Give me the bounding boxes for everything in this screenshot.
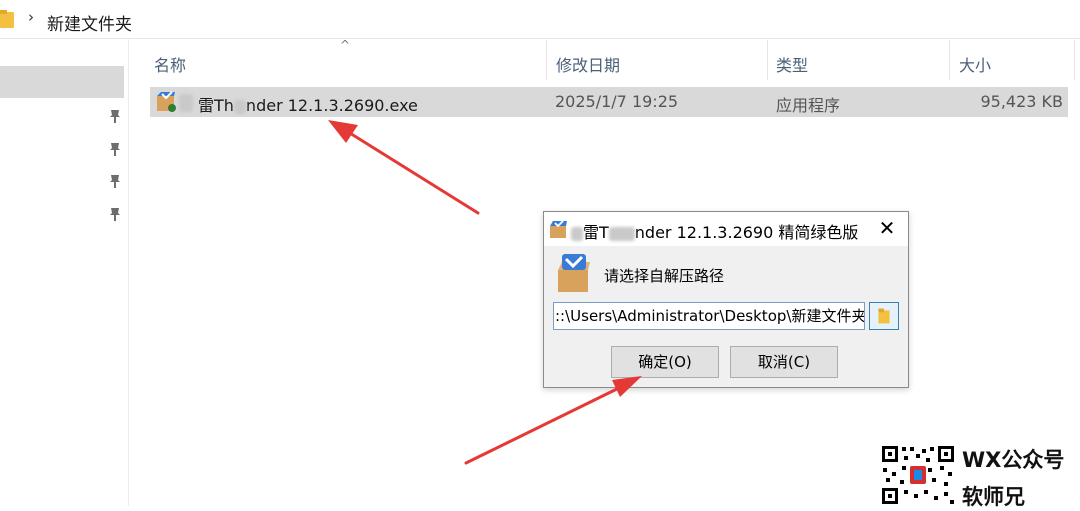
extract-path-input[interactable]: ::\Users\Administrator\Desktop\新建文件夹	[553, 302, 865, 330]
pin-icon[interactable]	[108, 173, 122, 189]
qr-code-icon	[880, 444, 956, 506]
redaction-blur	[608, 226, 635, 241]
column-header-name[interactable]: 名称	[154, 52, 186, 76]
ok-button[interactable]: 确定(O)	[611, 346, 719, 378]
watermark-line-2: 软师兄	[962, 485, 1025, 509]
arrow-to-ok-button	[464, 376, 642, 465]
extract-dialog: 雷T nder 12.1.3.2690 精简绿色版 ✕ 请选择自解压路径 ::\U…	[543, 211, 909, 388]
close-icon[interactable]: ✕	[874, 215, 900, 241]
column-separator[interactable]	[767, 40, 768, 80]
browse-folder-button[interactable]	[869, 302, 899, 330]
file-type: 应用程序	[776, 96, 841, 115]
package-icon	[558, 254, 590, 292]
pin-icon[interactable]	[108, 206, 122, 222]
column-separator[interactable]	[546, 40, 547, 80]
column-separator[interactable]	[949, 40, 950, 80]
dialog-title-part: nder 12.1.3.2690 精简绿色版	[634, 223, 859, 242]
package-icon	[550, 220, 567, 238]
dialog-prompt: 请选择自解压路径	[604, 267, 725, 285]
chevron-right-icon[interactable]: ›	[28, 8, 34, 26]
file-name-part: nder 12.1.3.2690.exe	[245, 96, 418, 115]
breadcrumb-current-folder[interactable]: 新建文件夹	[47, 10, 132, 35]
column-header-type[interactable]: 类型	[776, 52, 808, 76]
exe-icon	[157, 91, 176, 112]
watermark-line-1: WX公众号	[962, 448, 1065, 472]
pin-icon[interactable]	[108, 108, 122, 124]
dialog-title: 雷T nder 12.1.3.2690 精简绿色版	[571, 219, 858, 243]
file-size: 95,423 KB	[980, 92, 1063, 111]
redaction-blur	[233, 99, 246, 114]
file-name-part: 雷Th	[198, 96, 234, 115]
dialog-titlebar[interactable]: 雷T nder 12.1.3.2690 精简绿色版 ✕	[544, 212, 908, 246]
column-separator[interactable]	[1074, 40, 1075, 80]
pin-icon[interactable]	[108, 141, 122, 157]
column-header-size[interactable]: 大小	[959, 52, 991, 76]
dialog-title-part: 雷T	[583, 223, 609, 242]
cancel-button[interactable]: 取消(C)	[730, 346, 838, 378]
sort-ascending-icon: ^	[340, 38, 351, 52]
column-header-modified[interactable]: 修改日期	[556, 52, 620, 76]
pane-divider[interactable]	[128, 38, 129, 506]
file-name[interactable]: 雷Th nder 12.1.3.2690.exe	[182, 92, 418, 116]
nav-selected-item[interactable]	[0, 66, 124, 98]
redaction-blur	[571, 226, 583, 241]
browse-folder-icon	[878, 308, 890, 324]
folder-icon	[0, 10, 14, 28]
arrow-to-file	[328, 120, 480, 215]
file-modified-date: 2025/1/7 19:25	[555, 92, 679, 111]
address-bar[interactable]: › 新建文件夹	[0, 0, 1080, 39]
